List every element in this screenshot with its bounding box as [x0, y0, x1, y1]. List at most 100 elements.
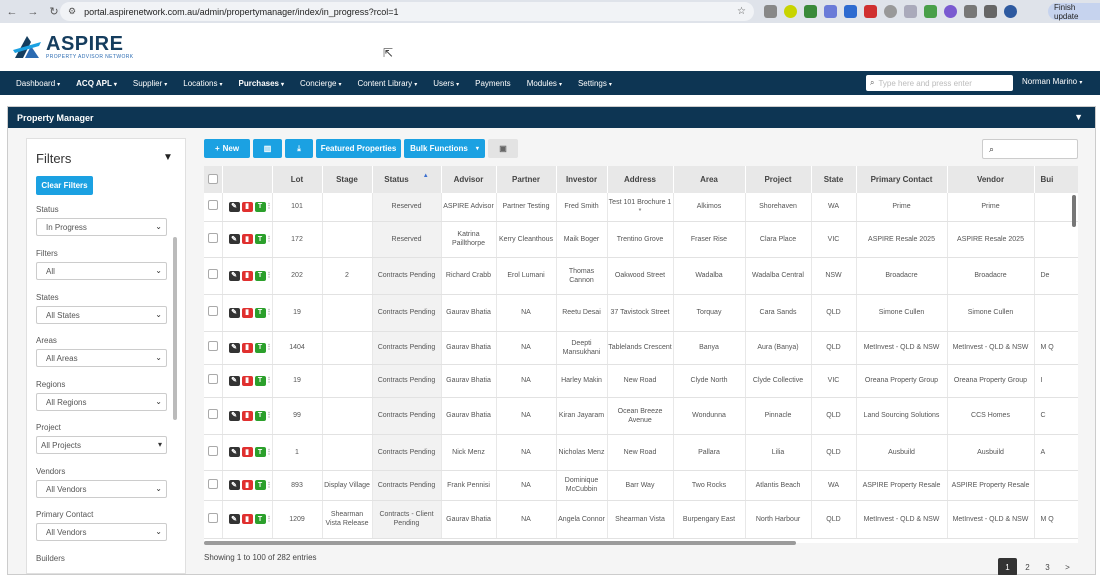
delete-trash-icon[interactable]: ▮: [241, 480, 253, 490]
extension-icon[interactable]: [884, 5, 897, 18]
edit-pencil-icon[interactable]: ✎: [228, 447, 240, 457]
more-options-icon[interactable]: ⋮: [266, 447, 273, 457]
delete-trash-icon[interactable]: ▮: [241, 514, 253, 524]
edit-pencil-icon[interactable]: ✎: [228, 514, 240, 524]
header-advisor[interactable]: Advisor: [441, 166, 497, 193]
t-action-icon[interactable]: T: [254, 480, 266, 490]
table-row[interactable]: ✎ ▮ T ⋮ 99 Contracts Pending Gaurav Bhatia NA Ki…: [204, 397, 1078, 435]
table-row[interactable]: ✎ ▮ T ⋮ 893 Display Village Contracts Pending F…: [204, 470, 1078, 501]
finish-update-button[interactable]: Finish update: [1048, 3, 1100, 21]
table-row[interactable]: ✎ ▮ T ⋮ 101 Reserved ASPIRE Advisor Partner Tes…: [204, 193, 1078, 222]
nav-settings[interactable]: Settings ▾: [578, 79, 612, 88]
extension-icon[interactable]: [784, 5, 797, 18]
nav-supplier[interactable]: Supplier ▾: [133, 79, 167, 88]
download-button[interactable]: ⤓: [285, 139, 313, 158]
nav-locations[interactable]: Locations ▾: [183, 79, 222, 88]
bookmark-star-icon[interactable]: ☆: [737, 6, 746, 17]
nav-concierge[interactable]: Concierge ▾: [300, 79, 341, 88]
t-action-icon[interactable]: T: [254, 447, 266, 457]
featured-properties-button[interactable]: Featured Properties: [316, 139, 401, 158]
delete-trash-icon[interactable]: ▮: [241, 307, 253, 318]
t-action-icon[interactable]: T: [254, 234, 266, 244]
header-investor[interactable]: Investor: [556, 166, 608, 193]
bulk-functions-button[interactable]: Bulk Functions ▾: [404, 139, 485, 158]
page-2-button[interactable]: 2: [1018, 558, 1037, 575]
new-button[interactable]: + New: [204, 139, 250, 158]
table-row[interactable]: ✎ ▮ T ⋮ 1209 Shearman Vista Release Contracts …: [204, 500, 1078, 539]
more-options-icon[interactable]: ⋮: [266, 202, 273, 212]
table-search-input[interactable]: ⌕: [982, 139, 1078, 159]
delete-trash-icon[interactable]: ▮: [241, 447, 253, 457]
header-stage[interactable]: Stage: [322, 166, 373, 193]
row-checkbox[interactable]: [207, 374, 218, 384]
row-checkbox[interactable]: [207, 512, 218, 523]
site-info-icon[interactable]: ⚙: [68, 6, 76, 17]
extension-icon[interactable]: [844, 5, 857, 18]
filter-toggle-icon[interactable]: ▼: [1074, 112, 1083, 122]
vendors-select[interactable]: All Vendors ⌄: [36, 480, 167, 498]
select-all-checkbox[interactable]: [204, 166, 223, 193]
table-row[interactable]: ✎ ▮ T ⋮ 19 Contracts Pending Gaurav Bhatia NA Ha…: [204, 364, 1078, 398]
header-state[interactable]: State: [811, 166, 857, 193]
more-options-icon[interactable]: ⋮: [266, 411, 273, 421]
nav-dashboard[interactable]: Dashboard ▾: [16, 79, 60, 88]
puzzle-icon[interactable]: [964, 5, 977, 18]
row-checkbox[interactable]: [207, 269, 218, 279]
states-select[interactable]: All States ⌄: [36, 306, 167, 324]
edit-pencil-icon[interactable]: ✎: [228, 234, 240, 244]
header-vendor[interactable]: Vendor: [947, 166, 1035, 193]
filters-scrollbar[interactable]: [173, 237, 177, 420]
filters-select[interactable]: All ⌄: [36, 262, 167, 280]
row-checkbox[interactable]: [207, 409, 218, 419]
next-page-button[interactable]: >: [1058, 558, 1077, 575]
edit-pencil-icon[interactable]: ✎: [228, 270, 240, 281]
header-primary-contact[interactable]: Primary Contact: [856, 166, 948, 193]
checkbox[interactable]: [207, 173, 218, 184]
clear-filters-button[interactable]: Clear Filters: [36, 176, 93, 195]
row-checkbox[interactable]: [207, 341, 218, 351]
t-action-icon[interactable]: T: [254, 514, 266, 524]
edit-pencil-icon[interactable]: ✎: [228, 480, 240, 490]
more-options-icon[interactable]: ⋮: [266, 376, 273, 386]
nav-modules[interactable]: Modules ▾: [527, 79, 562, 88]
t-action-icon[interactable]: T: [254, 307, 266, 318]
shield-icon[interactable]: [904, 5, 917, 18]
extension-icon[interactable]: [864, 5, 877, 18]
more-options-icon[interactable]: ⋮: [266, 343, 273, 353]
t-action-icon[interactable]: T: [254, 342, 266, 353]
primary-contact-select[interactable]: All Vendors ⌄: [36, 523, 167, 541]
t-action-icon[interactable]: T: [254, 410, 266, 421]
extension-icon[interactable]: [944, 5, 957, 18]
project-select[interactable]: All Projects ▾: [36, 436, 167, 454]
back-icon[interactable]: ←: [3, 3, 21, 21]
row-checkbox[interactable]: [207, 445, 218, 456]
nav-purchases[interactable]: Purchases ▾: [239, 79, 284, 88]
more-options-icon[interactable]: ⋮: [266, 514, 273, 524]
table-row[interactable]: ✎ ▮ T ⋮ 19 Contracts Pending Gaurav Bhatia NA Re…: [204, 294, 1078, 332]
nav-acq-apl[interactable]: ACQ APL ▾: [76, 79, 117, 88]
t-action-icon[interactable]: T: [254, 270, 266, 281]
profile-avatar-icon[interactable]: [1004, 5, 1017, 18]
image-button[interactable]: ▣: [488, 139, 518, 158]
forward-icon[interactable]: →: [24, 3, 42, 21]
edit-pencil-icon[interactable]: ✎: [228, 410, 240, 421]
edit-pencil-icon[interactable]: ✎: [228, 307, 240, 318]
page-1-button[interactable]: 1: [998, 558, 1017, 575]
nav-users[interactable]: Users ▾: [433, 79, 459, 88]
row-checkbox[interactable]: [207, 232, 218, 243]
delete-trash-icon[interactable]: ▮: [241, 201, 253, 212]
table-vertical-scrollbar[interactable]: [1072, 195, 1076, 227]
table-row[interactable]: ✎ ▮ T ⋮ 172 Reserved Katrina Paillthorpe Kerry …: [204, 221, 1078, 258]
edit-pencil-icon[interactable]: ✎: [228, 375, 240, 386]
header-project[interactable]: Project: [745, 166, 812, 193]
table-row[interactable]: ✎ ▮ T ⋮ 1 Contracts Pending Nick Menz NA Nichola…: [204, 434, 1078, 471]
more-options-icon[interactable]: ⋮: [266, 234, 273, 244]
t-action-icon[interactable]: T: [254, 375, 266, 386]
row-checkbox[interactable]: [207, 200, 218, 211]
user-menu[interactable]: Norman Marino ▾: [1022, 77, 1082, 86]
areas-select[interactable]: All Areas ⌄: [36, 349, 167, 367]
table-horizontal-scrollbar[interactable]: [204, 541, 796, 545]
row-checkbox[interactable]: [207, 478, 218, 489]
header-address[interactable]: Address: [607, 166, 674, 193]
extension-icon[interactable]: [924, 5, 937, 18]
